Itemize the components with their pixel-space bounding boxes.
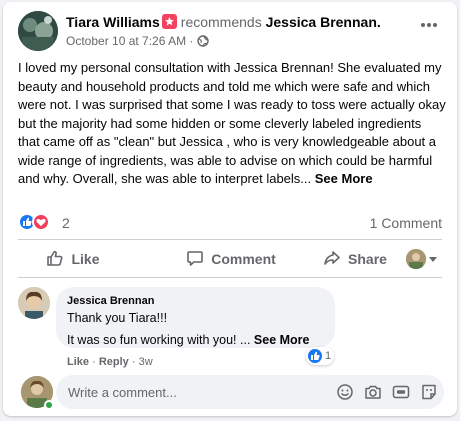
- comment-reply-button[interactable]: Reply: [99, 356, 129, 368]
- online-status-dot: [44, 400, 54, 410]
- post-body-text: I loved my personal consultation with Je…: [18, 60, 446, 186]
- comment-meta: Like · Reply · 3w: [67, 356, 153, 368]
- emoji-icon[interactable]: [336, 383, 354, 401]
- divider: [18, 277, 442, 278]
- comment-like-button[interactable]: Like: [67, 356, 89, 368]
- comment-input[interactable]: Write a comment...: [56, 375, 444, 409]
- recommends-text: recommends: [180, 14, 262, 30]
- share-button[interactable]: Share: [310, 241, 400, 277]
- comment-count-link[interactable]: 1 Comment: [370, 215, 442, 231]
- reaction-count[interactable]: 2: [62, 215, 70, 231]
- meta-separator: ·: [92, 356, 96, 368]
- like-icon: [308, 349, 322, 363]
- post-author-line: Tiara Williams recommends Jessica Brennan…: [66, 14, 381, 30]
- meta-separator: ·: [131, 356, 136, 368]
- composer-icons: [326, 383, 438, 401]
- share-button-label: Share: [348, 251, 387, 267]
- recommended-page-link[interactable]: Jessica Brennan.: [266, 14, 381, 30]
- comment-reaction-badge[interactable]: 1: [306, 347, 335, 365]
- more-options-icon[interactable]: [417, 15, 441, 35]
- comment-see-more-link[interactable]: See More: [254, 333, 310, 347]
- comment-input-placeholder: Write a comment...: [68, 385, 177, 400]
- recommend-icon: [161, 14, 177, 29]
- user-avatar: [405, 249, 426, 269]
- comment-author[interactable]: Jessica Brennan: [67, 295, 154, 307]
- comment-composer: Write a comment...: [18, 374, 444, 410]
- post-header: Tiara Williams recommends Jessica Brennan…: [18, 11, 443, 51]
- comment-button-label: Comment: [211, 251, 276, 267]
- audience-selector[interactable]: [400, 241, 442, 277]
- post-timestamp[interactable]: October 10 at 7:26 AM: [66, 34, 186, 48]
- share-arrow-icon: [323, 249, 348, 270]
- gif-icon[interactable]: [392, 383, 410, 401]
- comment-text: It was so fun working with you! ...: [67, 333, 251, 347]
- commenter-avatar[interactable]: [18, 287, 50, 319]
- comment-button[interactable]: Comment: [156, 241, 306, 277]
- like-button-label: Like: [71, 251, 100, 267]
- post-card: Tiara Williams recommends Jessica Brennan…: [3, 2, 457, 416]
- author-avatar[interactable]: [18, 11, 58, 51]
- globe-icon: [197, 35, 209, 50]
- reaction-icons[interactable]: [18, 213, 54, 231]
- speech-bubble-icon: [186, 249, 211, 270]
- reaction-summary: 2 1 Comment: [18, 211, 442, 233]
- caret-down-icon: [428, 256, 437, 262]
- divider: [18, 239, 442, 240]
- post-meta: October 10 at 7:26 AM ·: [66, 34, 209, 50]
- comment-text-line2: It was so fun working with you! ... See …: [67, 333, 310, 347]
- camera-icon[interactable]: [364, 383, 382, 401]
- love-icon: [32, 213, 50, 231]
- sticker-icon[interactable]: [420, 383, 438, 401]
- comment-bubble: Jessica Brennan Thank you Tiara!!! It wa…: [56, 287, 335, 348]
- post-action-bar: Like Comment Share: [18, 241, 442, 277]
- thumbs-up-icon: [46, 249, 71, 270]
- like-button[interactable]: Like: [18, 241, 128, 277]
- comment-text-line1: Thank you Tiara!!!: [67, 311, 168, 325]
- post-body: I loved my personal consultation with Je…: [18, 59, 446, 189]
- comment-reaction-count: 1: [325, 350, 332, 362]
- post-see-more-link[interactable]: See More: [315, 171, 373, 186]
- author-name[interactable]: Tiara Williams: [66, 14, 160, 30]
- meta-separator: ·: [189, 34, 194, 48]
- comment-age[interactable]: 3w: [139, 356, 153, 368]
